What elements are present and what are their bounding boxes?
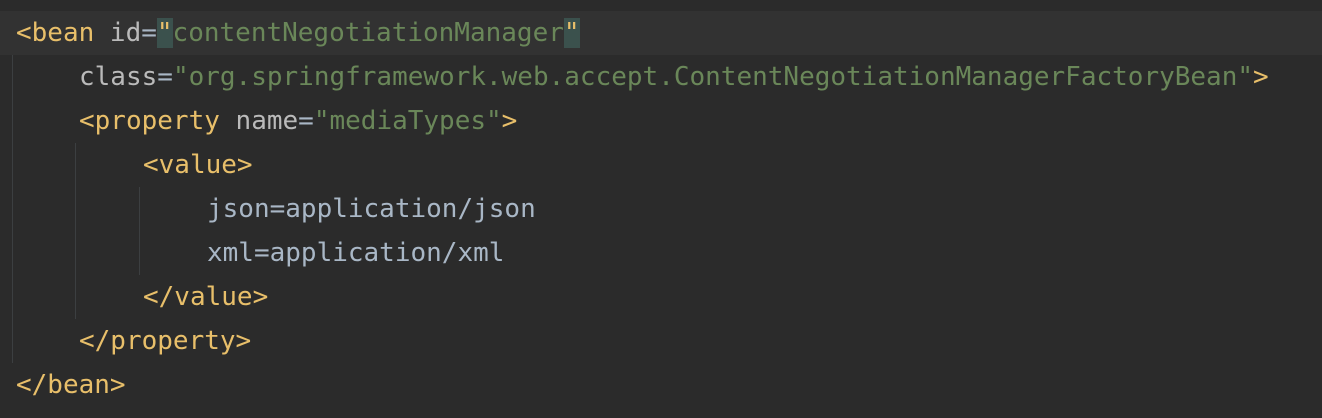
- xml-tag-token: </bean>: [16, 370, 126, 400]
- matched-quote-token: ": [156, 18, 173, 48]
- matched-quote-token: ": [563, 18, 580, 48]
- xml-tag-token: <bean: [16, 18, 110, 48]
- xml-tag-token: <property: [79, 106, 236, 136]
- xml-attribute-token: name: [235, 106, 299, 136]
- code-line-6[interactable]: xml=application/xml: [207, 231, 504, 275]
- xml-tag-token: </property>: [79, 326, 252, 356]
- code-line-9[interactable]: </bean>: [16, 363, 126, 407]
- xml-tag-token: <value>: [143, 150, 253, 180]
- indent-guide-property: [75, 143, 76, 319]
- code-line-8[interactable]: </property>: [79, 319, 251, 363]
- code-line-1[interactable]: <bean id="contentNegotiationManager": [16, 11, 580, 55]
- text-token: xml=application/xml: [207, 238, 505, 268]
- code-line-4[interactable]: <value>: [143, 143, 253, 187]
- xml-tag-token: </value>: [143, 282, 269, 312]
- string-token: "org.springframework.web.accept.ContentN…: [172, 62, 1254, 92]
- indent-guide-bean: [12, 55, 13, 363]
- string-token: contentNegotiationManager: [172, 18, 564, 48]
- xml-tag-token: >: [1253, 62, 1269, 92]
- equals-token: =: [141, 18, 157, 48]
- xml-attribute-token: class: [79, 62, 158, 92]
- xml-tag-token: >: [501, 106, 518, 136]
- code-editor[interactable]: <bean id="contentNegotiationManager" cla…: [0, 0, 1322, 418]
- string-token: "mediaTypes": [313, 106, 502, 136]
- equals-token: =: [298, 106, 314, 136]
- code-line-2[interactable]: class="org.springframework.web.accept.Co…: [79, 55, 1269, 99]
- code-line-7[interactable]: </value>: [143, 275, 268, 319]
- xml-attribute-token: id: [109, 18, 142, 48]
- text-token: json=application/json: [207, 194, 536, 224]
- code-line-5[interactable]: json=application/json: [207, 187, 536, 231]
- code-line-3[interactable]: <property name="mediaTypes">: [79, 99, 517, 143]
- equals-token: =: [157, 62, 173, 92]
- indent-guide-value: [139, 187, 140, 275]
